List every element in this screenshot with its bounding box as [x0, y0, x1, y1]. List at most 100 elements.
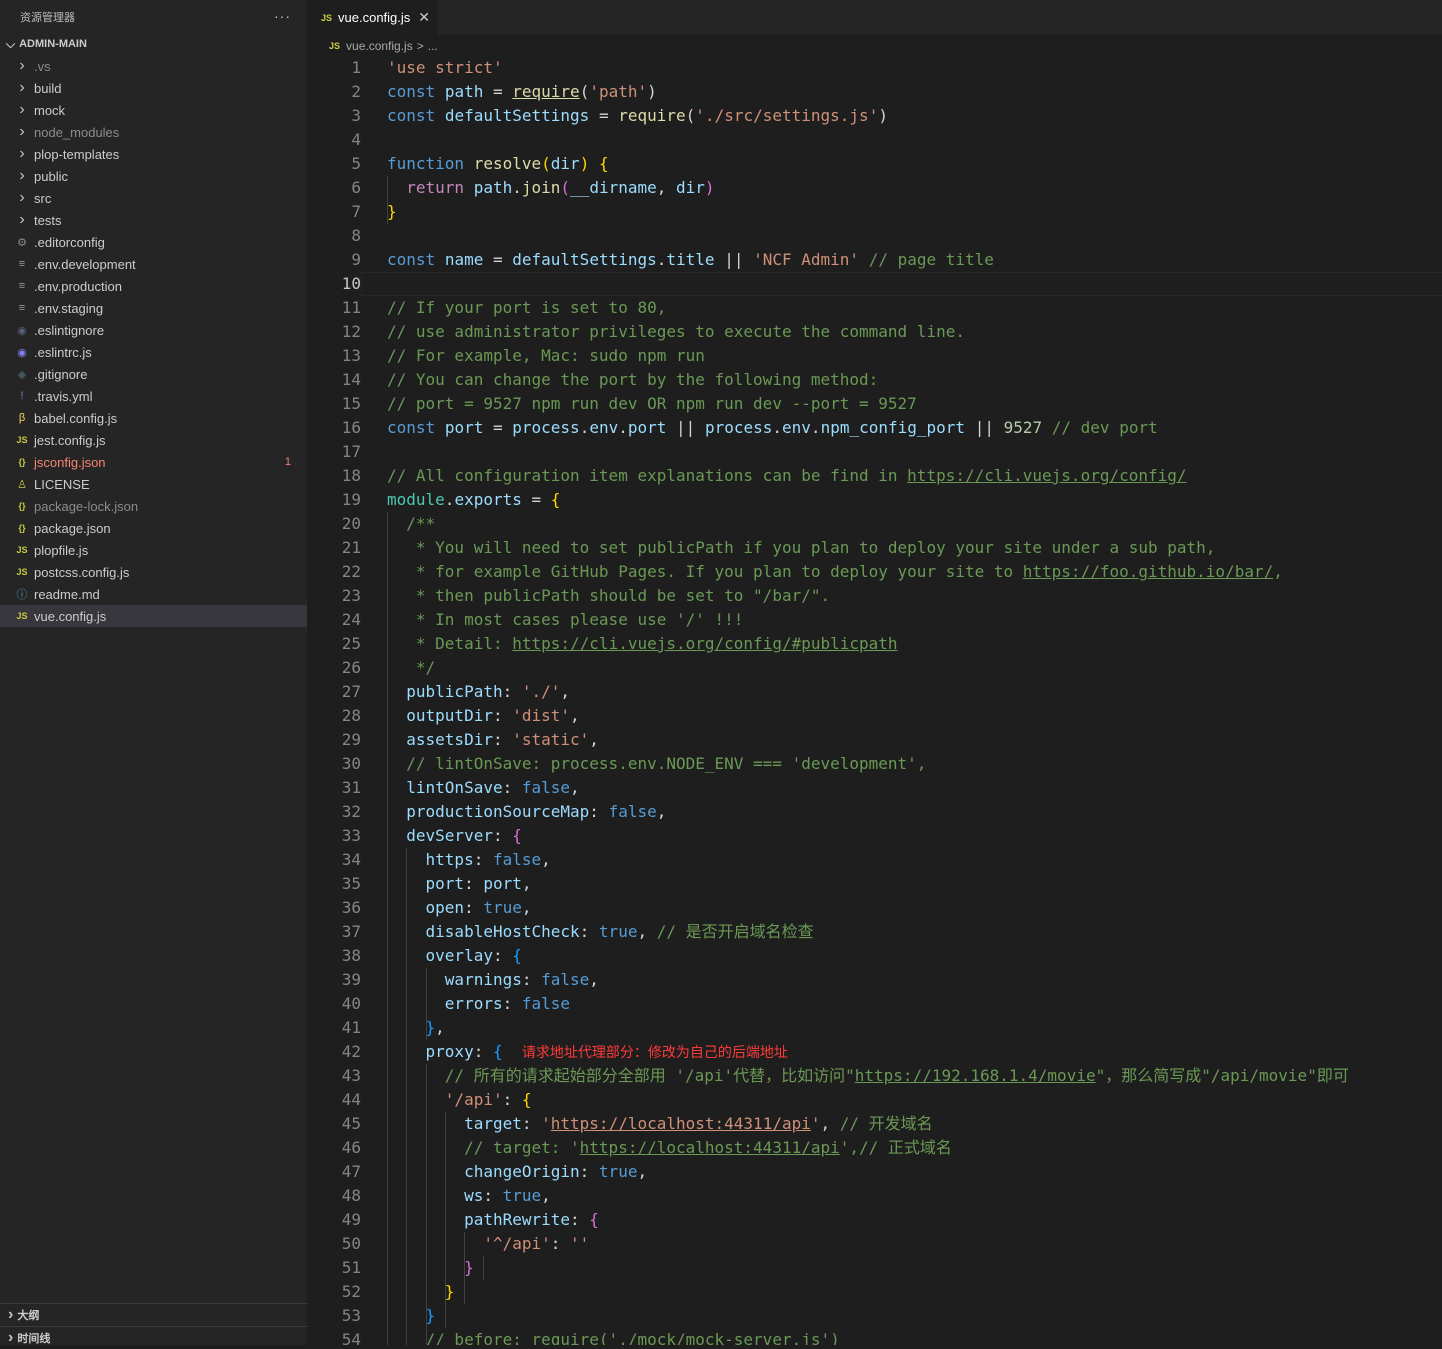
tree-item[interactable]: › public: [0, 165, 307, 187]
code-line[interactable]: open: true,: [387, 896, 1442, 920]
chevron-right-icon: ›: [8, 1306, 14, 1323]
code-line[interactable]: return path.join(__dirname, dir): [387, 176, 1442, 200]
code-line[interactable]: target: 'https://localhost:44311/api', /…: [387, 1112, 1442, 1136]
tree-item[interactable]: JS plopfile.js: [0, 539, 307, 561]
code-line[interactable]: lintOnSave: false,: [387, 776, 1442, 800]
tree-item[interactable]: ⓘ readme.md: [0, 583, 307, 605]
code-line[interactable]: warnings: false,: [387, 968, 1442, 992]
tree-item[interactable]: › .vs: [0, 55, 307, 77]
code-line[interactable]: publicPath: './',: [387, 680, 1442, 704]
tree-item[interactable]: ⚙ .editorconfig: [0, 231, 307, 253]
code-line[interactable]: * for example GitHub Pages. If you plan …: [387, 560, 1442, 584]
code-line[interactable]: [387, 272, 1442, 296]
code-line[interactable]: errors: false: [387, 992, 1442, 1016]
code-line[interactable]: [387, 224, 1442, 248]
tree-item[interactable]: › src: [0, 187, 307, 209]
tree-item[interactable]: › build: [0, 77, 307, 99]
code-line[interactable]: function resolve(dir) {: [387, 152, 1442, 176]
code-line[interactable]: 'use strict': [387, 56, 1442, 80]
panel-header[interactable]: › 大纲: [0, 1303, 307, 1326]
code-line[interactable]: * In most cases please use '/' !!!: [387, 608, 1442, 632]
code-line[interactable]: devServer: {: [387, 824, 1442, 848]
code-line[interactable]: https: false,: [387, 848, 1442, 872]
panel-header[interactable]: › 时间线: [0, 1326, 307, 1349]
tree-item[interactable]: › tests: [0, 209, 307, 231]
code-line[interactable]: * You will need to set publicPath if you…: [387, 536, 1442, 560]
code-line[interactable]: [387, 440, 1442, 464]
code-line[interactable]: // lintOnSave: process.env.NODE_ENV === …: [387, 752, 1442, 776]
tab-vue-config[interactable]: JS vue.config.js ✕: [307, 0, 438, 35]
tree-item[interactable]: JS vue.config.js: [0, 605, 307, 627]
tree-item[interactable]: › mock: [0, 99, 307, 121]
tree-item[interactable]: › node_modules: [0, 121, 307, 143]
code-line[interactable]: const defaultSettings = require('./src/s…: [387, 104, 1442, 128]
close-icon[interactable]: ✕: [418, 9, 430, 26]
tree-item[interactable]: ◉ .eslintignore: [0, 319, 307, 341]
tree-item[interactable]: β babel.config.js: [0, 407, 307, 429]
line-number: 14: [341, 370, 361, 389]
workspace-root[interactable]: ⌵ ADMIN-MAIN: [0, 33, 307, 55]
code-line[interactable]: // port = 9527 npm run dev OR npm run de…: [387, 392, 1442, 416]
tree-item[interactable]: {} package-lock.json: [0, 495, 307, 517]
code-line[interactable]: pathRewrite: {: [387, 1208, 1442, 1232]
tree-item[interactable]: ≡ .env.production: [0, 275, 307, 297]
file-tree: › .vs › build › mock › node_modules › plop-templa…: [0, 55, 307, 627]
tree-item[interactable]: ◆ .gitignore: [0, 363, 307, 385]
breadcrumb-rest[interactable]: ...: [428, 39, 438, 53]
tree-item[interactable]: › plop-templates: [0, 143, 307, 165]
js-icon: JS: [16, 567, 28, 577]
tree-item[interactable]: {} jsconfig.json 1: [0, 451, 307, 473]
code-line[interactable]: // You can change the port by the follow…: [387, 368, 1442, 392]
breadcrumb-file[interactable]: vue.config.js: [346, 39, 413, 53]
more-actions-icon[interactable]: ···: [274, 8, 291, 24]
tree-item-label: tests: [34, 212, 62, 228]
line-number: 20: [341, 514, 361, 533]
code-line[interactable]: port: port,: [387, 872, 1442, 896]
code-line[interactable]: [387, 128, 1442, 152]
tree-item[interactable]: {} package.json: [0, 517, 307, 539]
code-line[interactable]: // before: require('./mock/mock-server.j…: [387, 1328, 1442, 1345]
code-line[interactable]: disableHostCheck: true, // 是否开启域名检查: [387, 920, 1442, 944]
code-line[interactable]: */: [387, 656, 1442, 680]
code-editor[interactable]: 1 2 3 4 5 6 7 8 9 10 11 12 13 14 15 16 17 18 19 20 21 22 23 24 2…: [307, 56, 1442, 1345]
tree-item[interactable]: ◉ .eslintrc.js: [0, 341, 307, 363]
code-line[interactable]: },: [387, 1016, 1442, 1040]
tree-item[interactable]: JS jest.config.js: [0, 429, 307, 451]
code-line[interactable]: proxy: { 请求地址代理部分：修改为自己的后端地址: [387, 1040, 1442, 1064]
code-line[interactable]: changeOrigin: true,: [387, 1160, 1442, 1184]
code-line[interactable]: // target: 'https://localhost:44311/api'…: [387, 1136, 1442, 1160]
code-line[interactable]: const path = require('path'): [387, 80, 1442, 104]
tree-item[interactable]: ♙ LICENSE: [0, 473, 307, 495]
tree-item[interactable]: ! .travis.yml: [0, 385, 307, 407]
code-line[interactable]: // If your port is set to 80,: [387, 296, 1442, 320]
code-line[interactable]: }: [387, 1280, 1442, 1304]
exclamation-icon: !: [20, 390, 24, 402]
code-line[interactable]: ws: true,: [387, 1184, 1442, 1208]
code-line[interactable]: * then publicPath should be set to "/bar…: [387, 584, 1442, 608]
code-line[interactable]: const port = process.env.port || process…: [387, 416, 1442, 440]
tree-item[interactable]: JS postcss.config.js: [0, 561, 307, 583]
line-number: 35: [341, 874, 361, 893]
code-line[interactable]: // 所有的请求起始部分全部用 '/api'代替，比如访问"https://19…: [387, 1064, 1442, 1088]
line-number: 15: [341, 394, 361, 413]
code-line[interactable]: }: [387, 1256, 1442, 1280]
code-line[interactable]: overlay: {: [387, 944, 1442, 968]
code-line[interactable]: const name = defaultSettings.title || 'N…: [387, 248, 1442, 272]
code-line[interactable]: // All configuration item explanations c…: [387, 464, 1442, 488]
code-line[interactable]: assetsDir: 'static',: [387, 728, 1442, 752]
code-line[interactable]: }: [387, 200, 1442, 224]
code-line[interactable]: // use administrator privileges to execu…: [387, 320, 1442, 344]
code-line[interactable]: outputDir: 'dist',: [387, 704, 1442, 728]
code-line[interactable]: '/api': {: [387, 1088, 1442, 1112]
line-number: 43: [341, 1066, 361, 1085]
tree-item[interactable]: ≡ .env.staging: [0, 297, 307, 319]
code-line[interactable]: productionSourceMap: false,: [387, 800, 1442, 824]
code-line[interactable]: '^/api': '': [387, 1232, 1442, 1256]
code-line[interactable]: /**: [387, 512, 1442, 536]
code-content[interactable]: 'use strict' const path = require('path')…: [387, 56, 1442, 1345]
code-line[interactable]: * Detail: https://cli.vuejs.org/config/#…: [387, 632, 1442, 656]
code-line[interactable]: // For example, Mac: sudo npm run: [387, 344, 1442, 368]
code-line[interactable]: }: [387, 1304, 1442, 1328]
tree-item[interactable]: ≡ .env.development: [0, 253, 307, 275]
code-line[interactable]: module.exports = {: [387, 488, 1442, 512]
